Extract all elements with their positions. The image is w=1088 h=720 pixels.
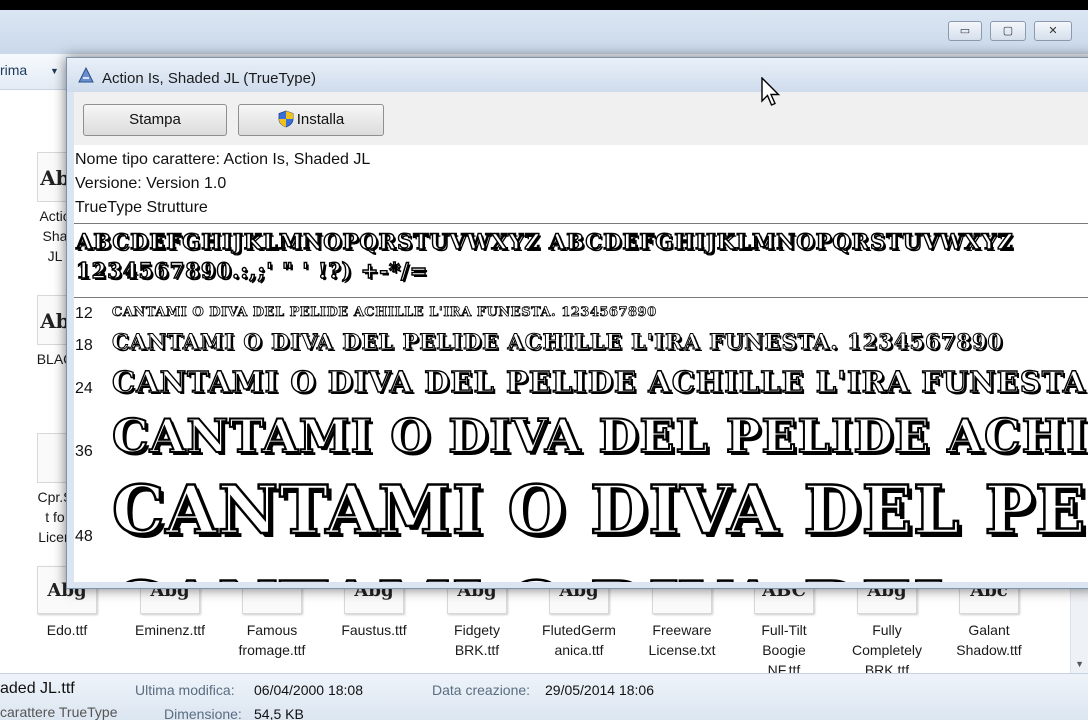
dialog-title: Action Is, Shaded JL (TrueType) [102,70,316,87]
details-filetype: carattere TrueType [0,704,118,720]
file-name: BRK.ttf [454,642,500,658]
install-button-label: Installa [296,111,345,128]
maximize-icon: ▢ [1002,25,1014,37]
file-name: Faustus.ttf [341,622,407,638]
file-name: Famous [246,622,298,638]
font-version-label: Versione: Version 1.0 [75,175,227,192]
file-name: Full-Tilt [761,622,807,638]
sample-line-24: CANTAMI O DIVA DEL PELIDE ACHILLE L'IRA … [111,364,1088,399]
close-icon: ✕ [1048,25,1058,37]
file-name: Completely [851,642,923,658]
size-label-48: 48 [75,528,93,545]
charset-digits-line: 1234567890.:,;' " ' !?) +-*/= [75,257,429,283]
sample-line-12: CANTAMI O DIVA DEL PELIDE ACHILLE L'IRA … [112,305,657,321]
dialog-toolbar: Stampa Installa [74,92,1088,145]
uac-shield-icon [278,110,294,128]
font-name-label: Nome tipo carattere: Action Is, Shaded J… [75,151,371,168]
sample-line-partial: CANTAMI O DIVA DEL [111,566,961,582]
scroll-down-icon[interactable]: ▼ [1075,659,1084,669]
sample-line-48: CANTAMI O DIVA DEL PELIDE [111,470,1088,551]
details-pane: aded JL.ttf carattere TrueType Ultima mo… [0,673,1088,720]
font-app-icon [78,67,94,83]
details-modified-value: 06/04/2000 18:08 [254,682,363,698]
details-modified-label: Ultima modifica: [135,682,235,698]
file-name: Fully [872,622,902,638]
charset-uppercase-line: ABCDEFGHIJKLMNOPQRSTUVWXYZ ABCDEFGHIJKLM… [75,228,1014,254]
mouse-pointer-icon [761,77,781,106]
sample-line-36: CANTAMI O DIVA DEL PELIDE ACHILLE L'IRA … [111,408,1088,464]
file-name: License.txt [648,642,716,658]
close-button[interactable]: ✕ [1034,21,1072,41]
print-button-label: Stampa [129,111,181,128]
print-button[interactable]: Stampa [83,104,227,136]
file-name: Edo.ttf [46,622,88,638]
size-label-24: 24 [75,380,93,397]
explorer-titlebar: ▭ ▢ ✕ [0,10,1088,54]
details-size-value: 54,5 KB [254,706,304,720]
font-preview-area: Nome tipo carattere: Action Is, Shaded J… [74,145,1088,582]
divider [74,223,1088,224]
size-label-36: 36 [75,443,93,460]
file-name: Eminenz.ttf [134,622,206,638]
file-name: Shadow.ttf [956,642,1022,658]
maximize-button[interactable]: ▢ [990,21,1026,41]
file-name: FlutedGerm [542,622,616,638]
file-name: Galant [968,622,1010,638]
details-created-value: 29/05/2014 18:06 [545,682,654,698]
chevron-down-icon[interactable]: ▼ [50,66,59,76]
file-name: anica.ttf [554,642,604,658]
dialog-titlebar[interactable]: Action Is, Shaded JL (TrueType) [67,58,1088,92]
details-filename: aded JL.ttf [0,680,75,697]
font-preview-window: Action Is, Shaded JL (TrueType) Stampa I… [66,57,1088,589]
sample-line-18: CANTAMI O DIVA DEL PELIDE ACHILLE L'IRA … [111,329,1004,355]
file-name: Fidgety [454,622,500,638]
file-name: Freeware [652,622,712,638]
divider [74,297,1088,298]
font-type-label: TrueType Strutture [75,199,208,216]
details-created-label: Data creazione: [432,682,531,698]
file-name: Boogie [762,642,806,658]
size-label-12: 12 [75,305,93,322]
install-button[interactable]: Installa [238,104,384,136]
file-name: fromage.ttf [238,642,306,658]
size-label-18: 18 [75,337,93,354]
toolbar-organize-label[interactable]: rima [0,62,27,78]
details-size-label: Dimensione: [164,706,242,720]
minimize-icon: ▭ [959,25,971,37]
minimize-button[interactable]: ▭ [948,21,982,41]
